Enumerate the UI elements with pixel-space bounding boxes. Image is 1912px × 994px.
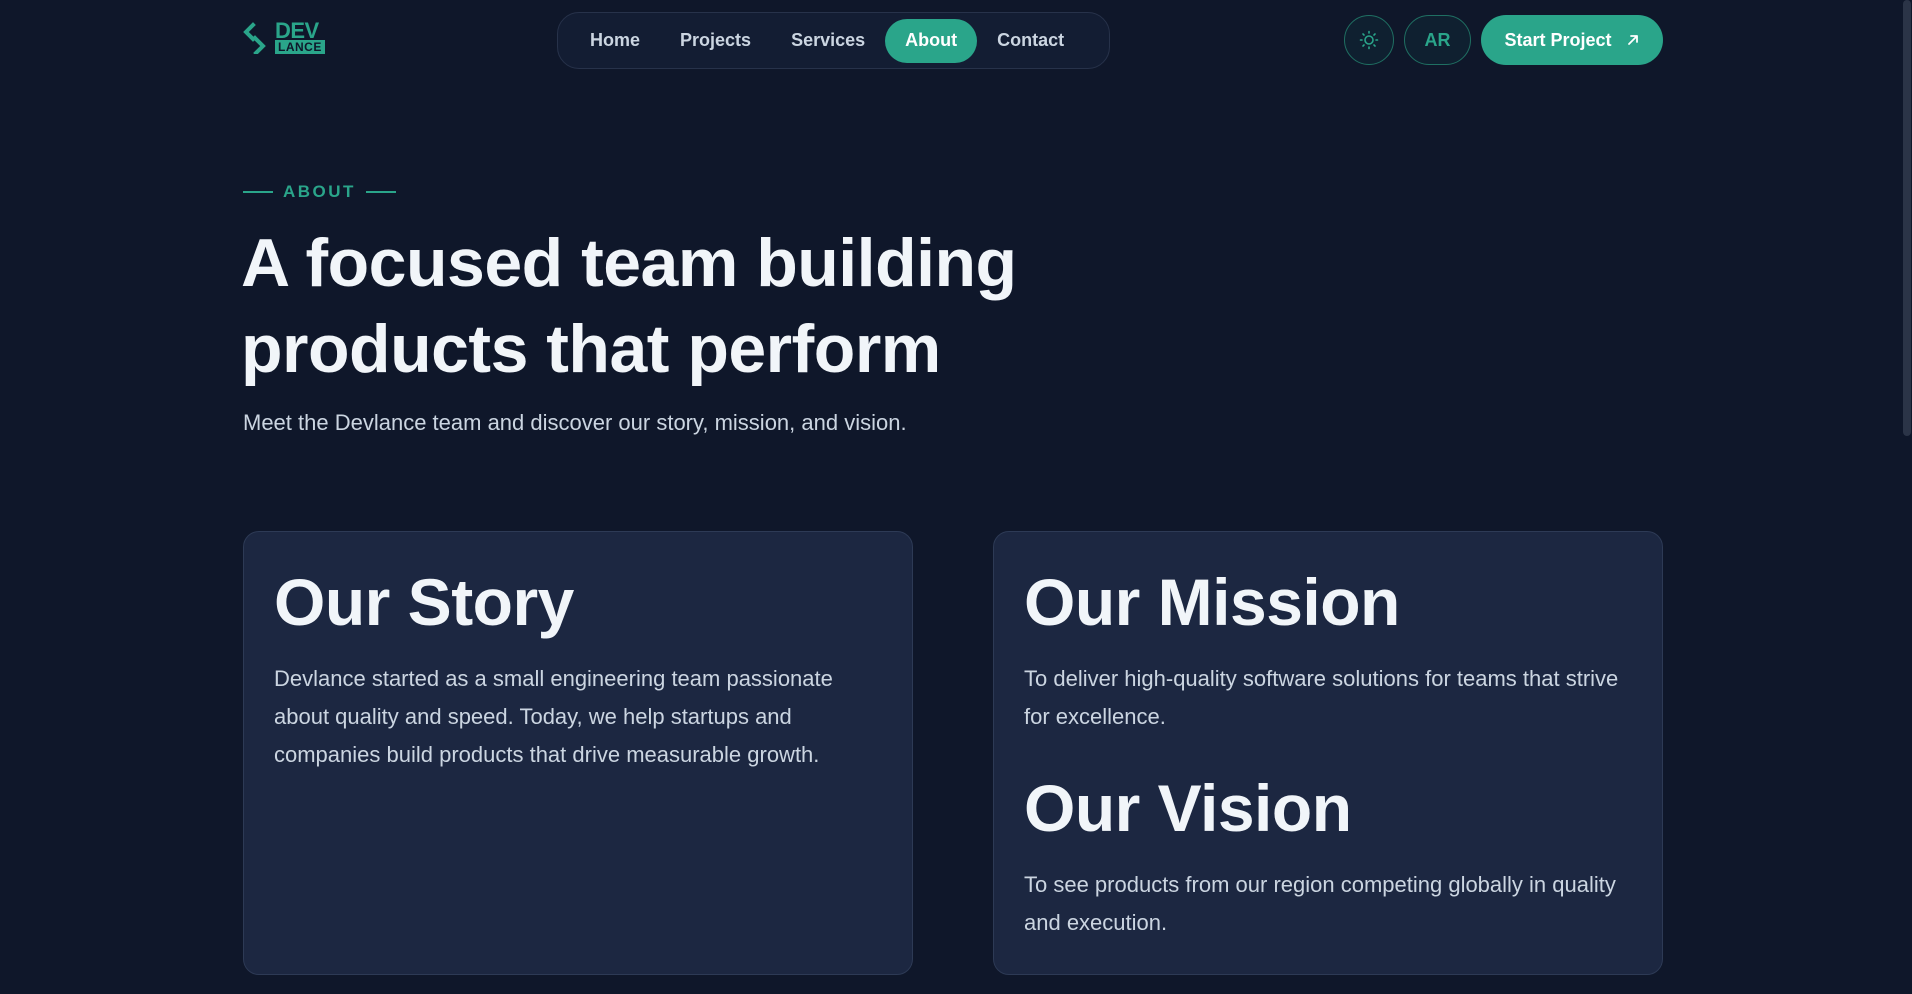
eyebrow-line-left [243, 191, 273, 193]
page-subtitle: Meet the Devlance team and discover our … [243, 410, 907, 435]
arrow-up-right-icon [1627, 35, 1638, 45]
logo[interactable]: DEV LANCE [243, 18, 325, 54]
nav-item-contact[interactable]: Contact [977, 19, 1084, 63]
mission-title: Our Mission [1024, 565, 1400, 639]
nav-item-home[interactable]: Home [570, 19, 660, 63]
story-card: Our Story Devlance started as a small en… [243, 531, 913, 975]
page-title-line-1: A focused team building [241, 225, 1017, 301]
start-project-label: Start Project [1504, 29, 1612, 50]
nav-item-services[interactable]: Services [771, 19, 885, 63]
page-scrollbar[interactable] [1902, 0, 1912, 994]
start-project-button[interactable]: Start Project [1481, 15, 1663, 65]
theme-toggle-button[interactable] [1344, 15, 1394, 65]
story-text: Devlance started as a small engineering … [274, 666, 833, 767]
scrollbar-thumb[interactable] [1903, 0, 1911, 436]
main-nav: Home Projects Services About Contact [557, 12, 1110, 69]
sun-icon [1359, 30, 1379, 50]
nav-item-about[interactable]: About [885, 18, 978, 63]
language-toggle-button[interactable]: AR [1404, 15, 1471, 65]
eyebrow-label: ABOUT [283, 182, 356, 201]
page-title: A focused team building products that pe… [241, 220, 1141, 392]
page-title-line-2: products that perform [241, 311, 941, 387]
nav-item-projects[interactable]: Projects [660, 19, 771, 63]
logo-dev-text: DEV [275, 18, 319, 43]
eyebrow-line-right [365, 191, 396, 193]
story-title: Our Story [274, 565, 574, 639]
vision-title: Our Vision [1024, 771, 1352, 845]
code-brackets-icon [243, 22, 266, 54]
site-header: DEV LANCE Home Projects Services About C… [0, 0, 1912, 80]
about-page: DEV LANCE Home Projects Services About C… [0, 0, 1912, 994]
mission-vision-card: Our Mission To deliver high-quality soft… [993, 531, 1663, 975]
logo-lance-text: LANCE [275, 40, 325, 54]
logo-text: DEV LANCE [275, 18, 325, 54]
mission-text: To deliver high-quality software solutio… [1024, 666, 1619, 729]
section-eyebrow: ABOUT [243, 182, 396, 202]
vision-text: To see products from our region competin… [1024, 872, 1616, 935]
